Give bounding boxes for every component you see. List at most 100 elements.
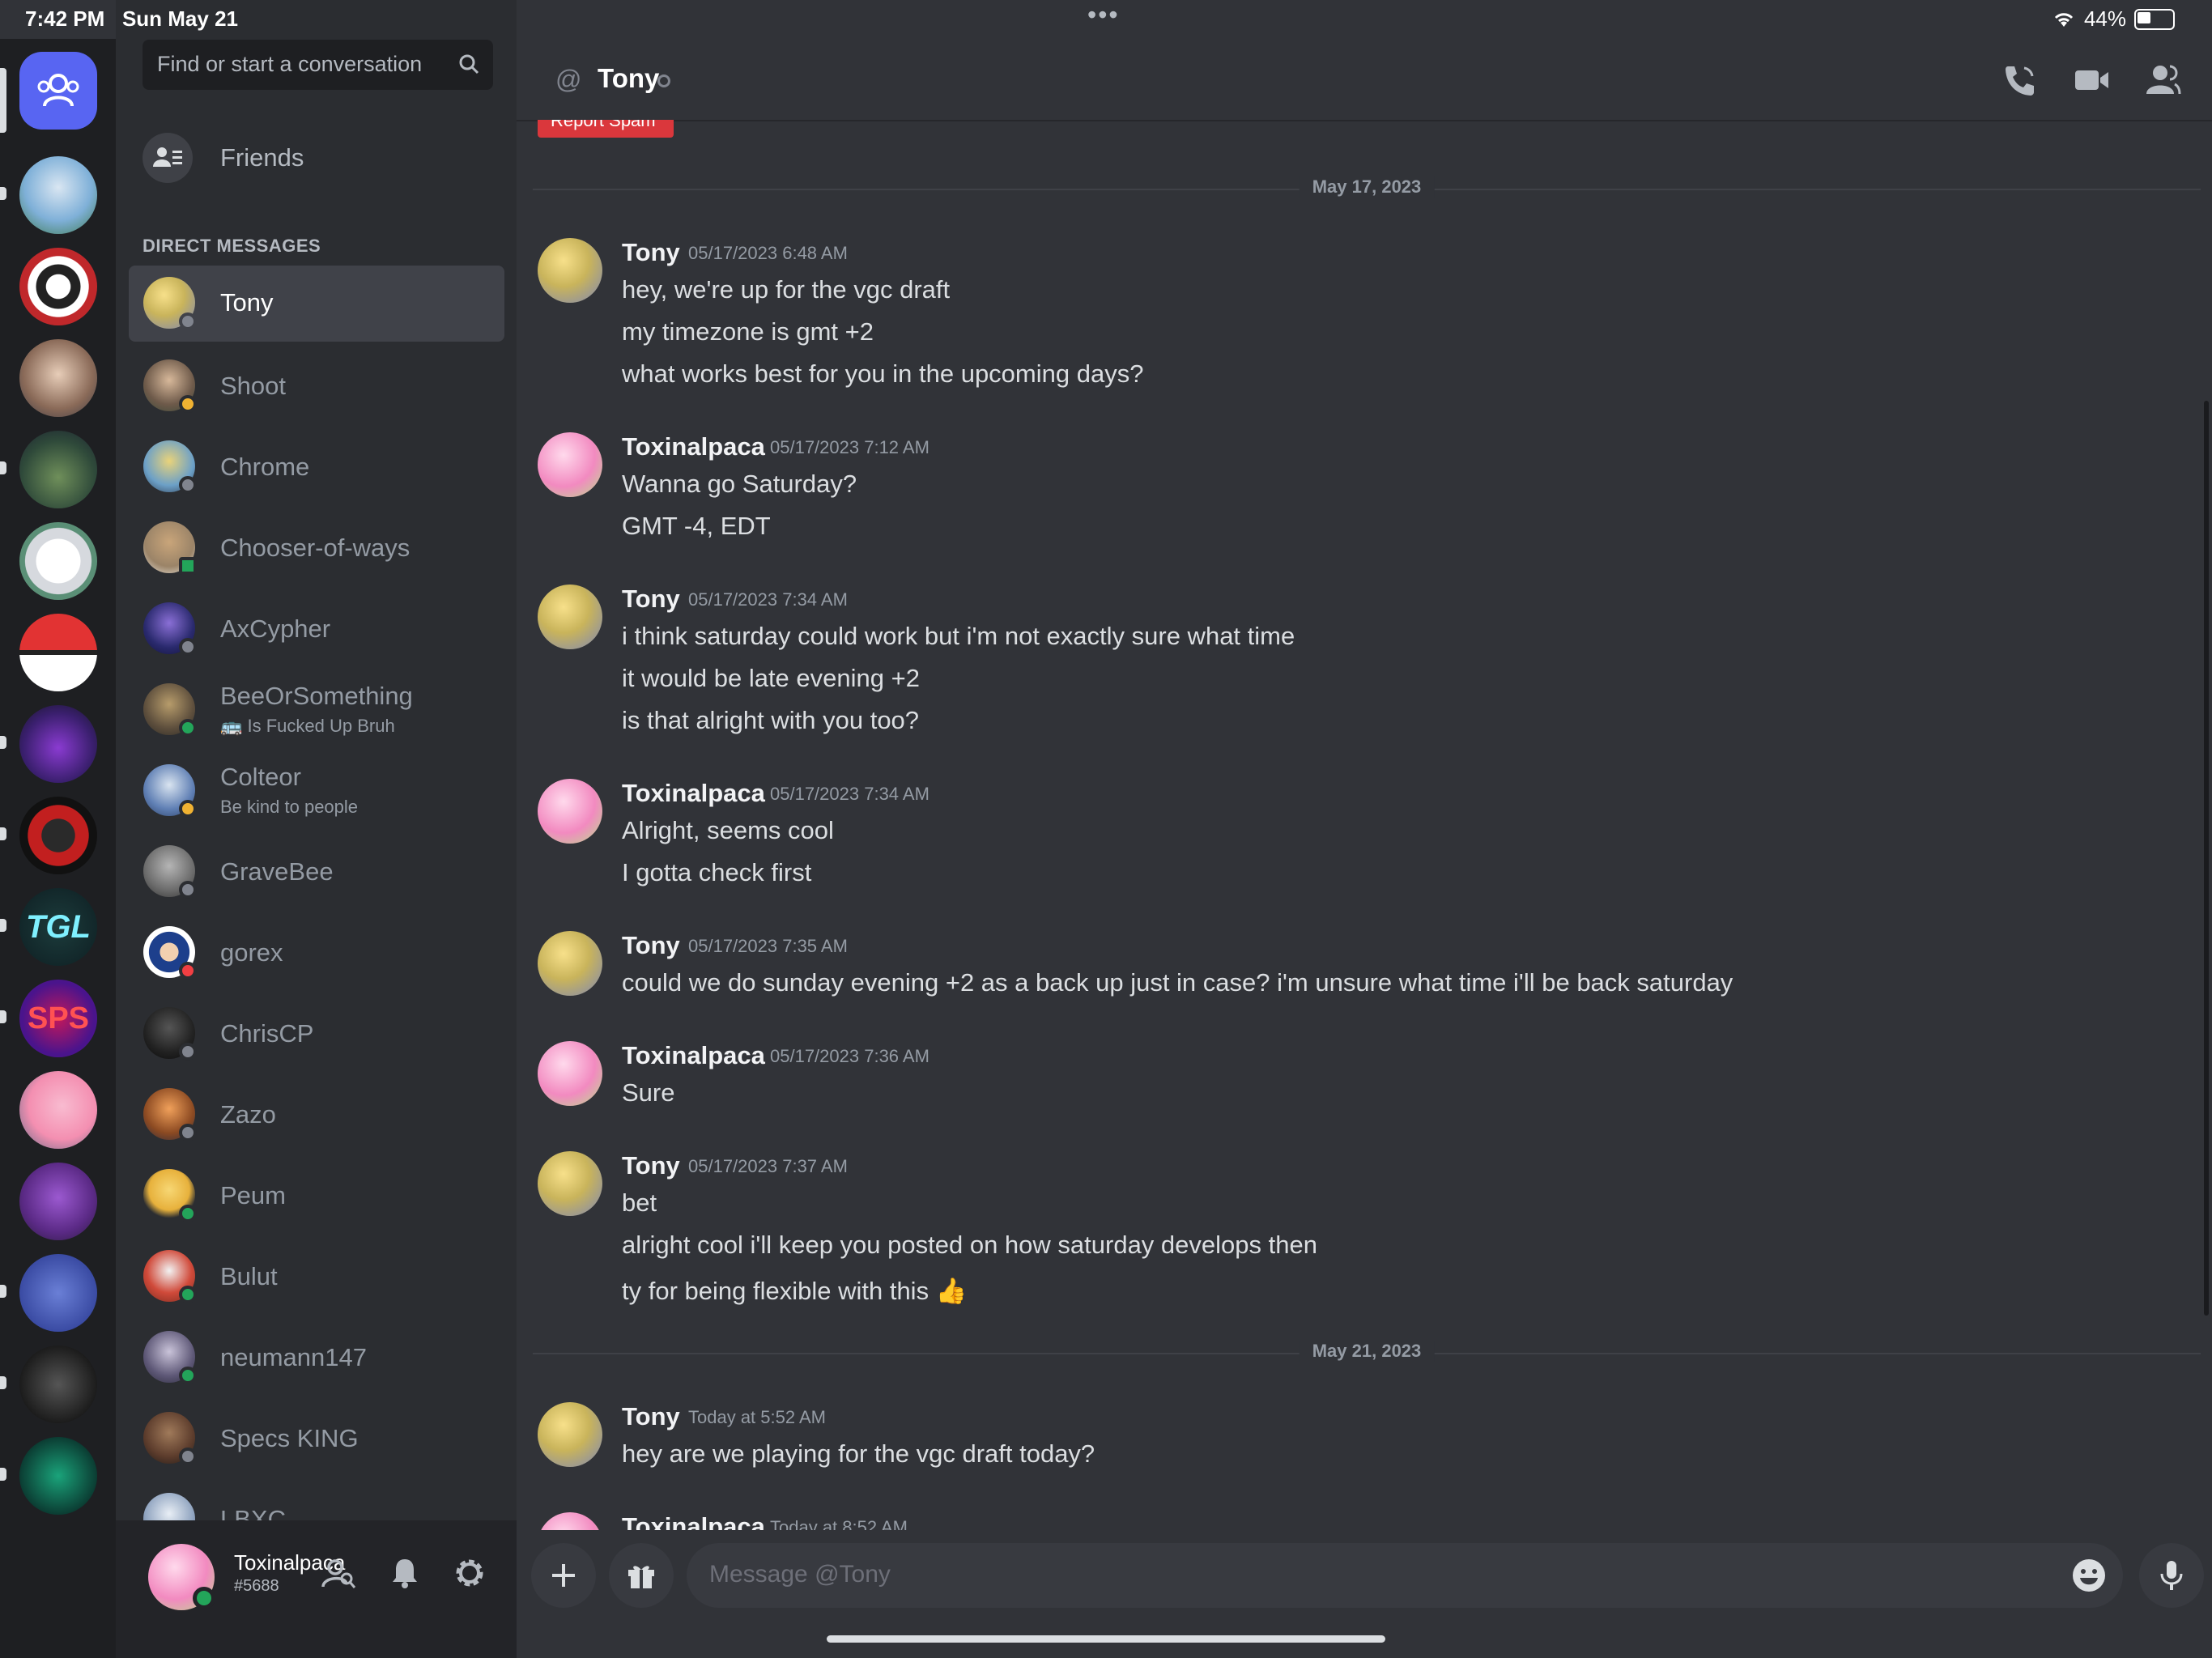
settings-button[interactable] <box>451 1554 488 1592</box>
message-author[interactable]: Toxinalpaca <box>622 432 765 461</box>
dm-item-gravebee[interactable]: GraveBee <box>129 832 504 913</box>
date-divider: May 17, 2023 <box>533 176 2201 198</box>
avatar[interactable] <box>538 1151 602 1216</box>
search-input[interactable]: Find or start a conversation <box>143 40 493 90</box>
home-indicator[interactable] <box>827 1635 1385 1643</box>
dm-item-bulut[interactable]: Bulut <box>129 1237 504 1318</box>
dm-item-lbxc[interactable]: LBXC <box>129 1480 504 1520</box>
avatar[interactable] <box>538 779 602 844</box>
dm-item-chrome[interactable]: Chrome <box>129 427 504 508</box>
message-input[interactable]: Message @Tony <box>687 1543 2123 1608</box>
multitasking-dots-icon[interactable]: ••• <box>1087 0 1120 30</box>
voice-call-icon[interactable] <box>2001 62 2039 99</box>
message-timestamp: Today at 5:52 AM <box>688 1407 826 1427</box>
message-text: Wanna go Saturday? <box>622 470 857 498</box>
status-right: 44% <box>2052 6 2175 32</box>
message-author[interactable]: Tony <box>622 238 680 267</box>
message-timestamp: Today at 8:52 AM <box>770 1517 908 1530</box>
avatar[interactable] <box>538 1402 602 1467</box>
dm-item-zazo[interactable]: Zazo <box>129 1075 504 1156</box>
avatar[interactable] <box>538 432 602 497</box>
dm-item-beeorsomething[interactable]: BeeOrSomething 🚌 Is Fucked Up Bruh <box>129 670 504 751</box>
dm-item-axcypher[interactable]: AxCypher <box>129 589 504 670</box>
dm-sidebar: Find or start a conversation Friends DIR… <box>116 0 517 1658</box>
message-text: could we do sunday evening +2 as a back … <box>622 968 1733 997</box>
server-icon[interactable] <box>19 248 97 325</box>
server-icon[interactable]: TGL <box>19 888 97 966</box>
friends-nav-item[interactable]: Friends <box>143 130 491 186</box>
dm-item-specs-king[interactable]: Specs KING <box>129 1399 504 1480</box>
at-icon: @ <box>555 65 582 94</box>
message-author[interactable]: Toxinalpaca <box>622 1512 765 1530</box>
chat-area: @ Tony Report Spam May 17, 2023 Tony 05/… <box>517 0 2212 1658</box>
message-author[interactable]: Tony <box>622 1151 680 1180</box>
avatar <box>143 1493 195 1520</box>
unread-pill <box>0 461 6 474</box>
status-offline-icon <box>179 1448 197 1465</box>
voice-message-button[interactable] <box>2139 1543 2204 1608</box>
message-author[interactable]: Tony <box>622 585 680 614</box>
channel-title: Tony <box>598 63 660 93</box>
server-icon[interactable] <box>19 1346 97 1423</box>
message-author[interactable]: Toxinalpaca <box>622 1041 765 1070</box>
message-text: Alright, seems cool <box>622 816 834 844</box>
dm-item-chriscp[interactable]: ChrisCP <box>129 994 504 1075</box>
message-text: Sure <box>622 1078 675 1107</box>
dm-item-neumann147[interactable]: neumann147 <box>129 1318 504 1399</box>
dm-item-shoot[interactable]: Shoot <box>129 346 504 427</box>
dm-name: Specs KING <box>220 1424 359 1452</box>
avatar[interactable] <box>538 1512 602 1530</box>
gift-button[interactable] <box>609 1543 674 1608</box>
server-icon[interactable] <box>19 431 97 508</box>
dm-item-tony[interactable]: Tony <box>129 266 504 342</box>
avatar[interactable] <box>538 931 602 996</box>
server-icon[interactable] <box>19 705 97 783</box>
message-author[interactable]: Toxinalpaca <box>622 779 765 808</box>
dm-custom-status: 🚌 Is Fucked Up Bruh <box>220 716 395 736</box>
gift-icon <box>628 1566 654 1588</box>
status-offline-icon <box>179 1043 197 1061</box>
message-text: what works best for you in the upcoming … <box>622 359 1144 388</box>
server-icon[interactable] <box>19 1437 97 1515</box>
server-icon[interactable] <box>19 1071 97 1149</box>
add-attachment-button[interactable] <box>531 1543 596 1608</box>
server-icon[interactable] <box>19 797 97 874</box>
server-icon[interactable] <box>19 339 97 417</box>
video-call-icon[interactable] <box>2073 62 2110 99</box>
wifi-icon <box>2054 12 2074 27</box>
server-icon[interactable] <box>19 522 97 600</box>
dm-item-peum[interactable]: Peum <box>129 1156 504 1237</box>
unread-pill <box>0 827 6 840</box>
message-timestamp: 05/17/2023 7:12 AM <box>770 437 929 457</box>
dm-item-chooser-of-ways[interactable]: Chooser-of-ways <box>129 508 504 589</box>
dm-name: neumann147 <box>220 1343 367 1371</box>
scrollbar[interactable] <box>2204 401 2209 1316</box>
server-icon[interactable] <box>19 156 97 234</box>
dm-name: Tony <box>220 288 274 317</box>
direct-messages-header: DIRECT MESSAGES <box>143 236 321 256</box>
notifications-button[interactable] <box>386 1554 423 1592</box>
unread-pill <box>0 1285 6 1298</box>
message-author[interactable]: Tony <box>622 1402 680 1431</box>
unread-pill <box>0 1468 6 1481</box>
server-icon[interactable]: SPS <box>19 980 97 1057</box>
message-input-placeholder: Message @Tony <box>709 1561 891 1588</box>
server-icon[interactable] <box>19 1163 97 1240</box>
avatar[interactable] <box>538 238 602 303</box>
avatar[interactable] <box>538 585 602 649</box>
status-dnd-icon <box>179 962 197 980</box>
user-panel: Toxinalpaca #5688 <box>116 1520 517 1658</box>
server-icon[interactable] <box>19 1254 97 1332</box>
dm-item-gorex[interactable]: gorex <box>129 913 504 994</box>
direct-messages-home-button[interactable] <box>19 52 97 130</box>
dm-item-colteor[interactable]: Colteor Be kind to people <box>129 751 504 832</box>
friends-icon <box>143 133 193 183</box>
server-icon[interactable] <box>19 614 97 691</box>
avatar[interactable] <box>538 1041 602 1106</box>
find-friends-button[interactable] <box>320 1554 357 1592</box>
report-spam-button[interactable]: Report Spam <box>538 120 674 138</box>
server-rail: TGL SPS <box>0 39 116 1658</box>
emoji-icon[interactable] <box>2071 1558 2107 1593</box>
message-author[interactable]: Tony <box>622 931 680 960</box>
member-list-icon[interactable] <box>2144 62 2181 99</box>
